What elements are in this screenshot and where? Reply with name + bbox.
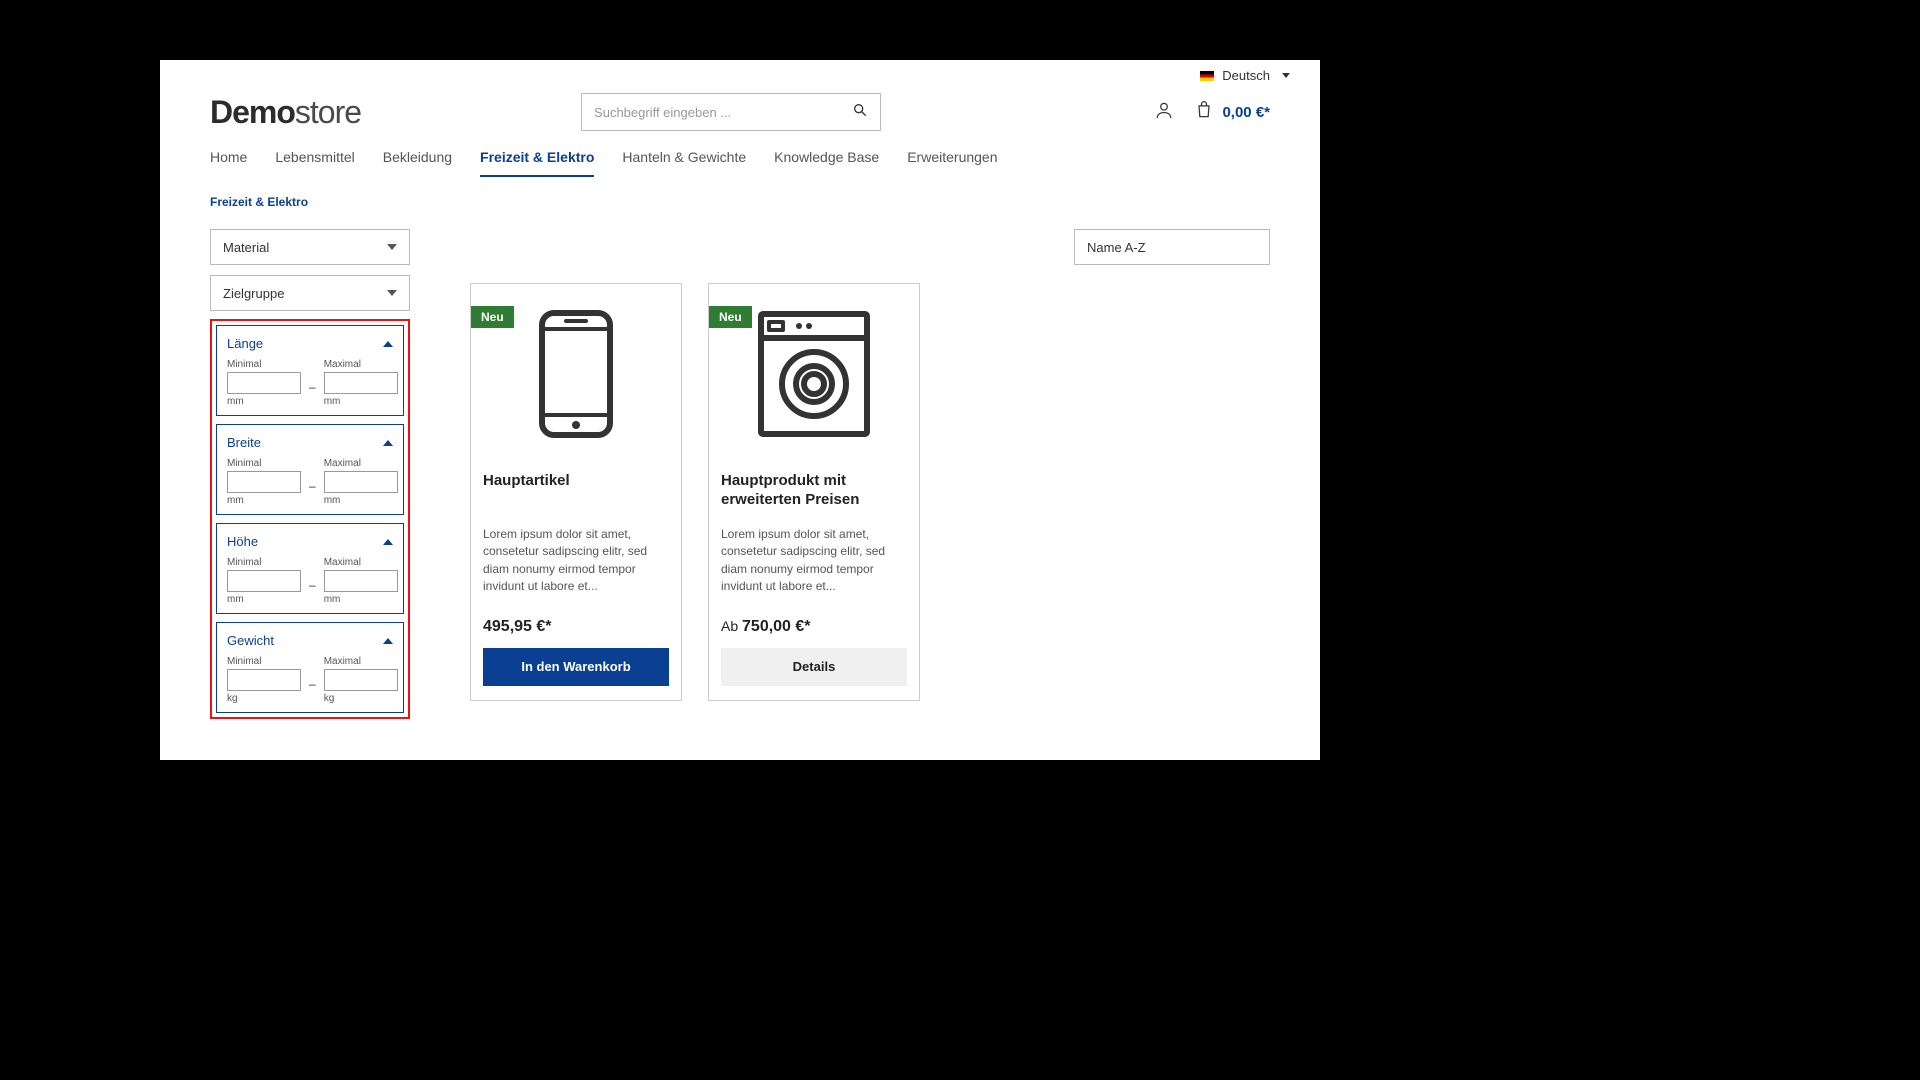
filter-material-select[interactable]: Material	[210, 229, 410, 265]
logo-bold: Demo	[210, 94, 295, 130]
add-to-cart-button[interactable]: In den Warenkorb	[483, 648, 669, 686]
filter-gewicht-toggle[interactable]: Gewicht	[227, 633, 393, 648]
filter-title: Höhe	[227, 534, 258, 549]
logo-light: store	[295, 94, 361, 130]
filter-laenge-min-input[interactable]	[227, 372, 301, 394]
topbar: Deutsch	[160, 60, 1320, 83]
filter-gewicht: Gewicht Minimal kg – Maximal	[216, 622, 404, 713]
product-description: Lorem ipsum dolor sit amet, consetetur s…	[483, 526, 669, 596]
chevron-up-icon	[383, 638, 393, 644]
new-badge: Neu	[709, 306, 752, 328]
filter-title: Breite	[227, 435, 261, 450]
new-badge: Neu	[471, 306, 514, 328]
app-window: Deutsch Demostore 0,00 €*	[160, 60, 1320, 760]
min-label: Minimal	[227, 359, 301, 370]
cart-button[interactable]: 0,00 €*	[1194, 99, 1270, 126]
highlighted-filter-group: Länge Minimal mm – Maximal m	[210, 319, 410, 719]
product-title: Hauptprodukt mit erweiterten Preisen	[721, 472, 907, 512]
chevron-up-icon	[383, 539, 393, 545]
unit-label: kg	[227, 693, 301, 704]
nav-freizeit-elektro[interactable]: Freizeit & Elektro	[480, 149, 594, 177]
nav-erweiterungen[interactable]: Erweiterungen	[907, 149, 997, 177]
filter-zielgruppe-select[interactable]: Zielgruppe	[210, 275, 410, 311]
unit-label: mm	[227, 495, 301, 506]
search-box[interactable]	[581, 93, 881, 131]
min-label: Minimal	[227, 458, 301, 469]
chevron-down-icon	[387, 290, 397, 296]
product-card[interactable]: Neu Hauptartikel Lorem ipsum dolor sit a…	[470, 283, 682, 701]
max-label: Maximal	[324, 458, 398, 469]
filter-breite-max-input[interactable]	[324, 471, 398, 493]
dash-separator: –	[309, 578, 316, 592]
german-flag-icon	[1200, 71, 1214, 81]
unit-label: kg	[324, 693, 398, 704]
filter-title: Gewicht	[227, 633, 274, 648]
nav-bekleidung[interactable]: Bekleidung	[383, 149, 452, 177]
dash-separator: –	[309, 479, 316, 493]
filter-sidebar: Material Zielgruppe Länge Minimal	[210, 229, 410, 719]
filter-breite-toggle[interactable]: Breite	[227, 435, 393, 450]
details-button[interactable]: Details	[721, 648, 907, 686]
logo[interactable]: Demostore	[210, 94, 361, 131]
filter-gewicht-min-input[interactable]	[227, 669, 301, 691]
unit-label: mm	[324, 594, 398, 605]
cart-icon	[1194, 99, 1214, 126]
min-label: Minimal	[227, 656, 301, 667]
filter-hoehe-min-input[interactable]	[227, 570, 301, 592]
language-label[interactable]: Deutsch	[1222, 68, 1270, 83]
product-price: Ab 750,00 €*	[721, 618, 907, 636]
breadcrumb[interactable]: Freizeit & Elektro	[160, 177, 1320, 215]
product-description: Lorem ipsum dolor sit amet, consetetur s…	[721, 526, 907, 596]
unit-label: mm	[324, 396, 398, 407]
dash-separator: –	[309, 677, 316, 691]
unit-label: mm	[227, 594, 301, 605]
unit-label: mm	[324, 495, 398, 506]
filter-hoehe-toggle[interactable]: Höhe	[227, 534, 393, 549]
nav-lebensmittel[interactable]: Lebensmittel	[275, 149, 354, 177]
product-listing: Name A-Z Neu	[470, 229, 1270, 701]
filter-material-label: Material	[223, 240, 269, 255]
filter-breite: Breite Minimal mm – Maximal	[216, 424, 404, 515]
filter-hoehe-max-input[interactable]	[324, 570, 398, 592]
max-label: Maximal	[324, 656, 398, 667]
chevron-down-icon	[387, 244, 397, 250]
filter-laenge: Länge Minimal mm – Maximal m	[216, 325, 404, 416]
chevron-down-icon	[1282, 73, 1290, 78]
sort-select[interactable]: Name A-Z	[1074, 229, 1270, 265]
min-label: Minimal	[227, 557, 301, 568]
chevron-up-icon	[383, 440, 393, 446]
filter-zielgruppe-label: Zielgruppe	[223, 286, 284, 301]
filter-breite-min-input[interactable]	[227, 471, 301, 493]
unit-label: mm	[227, 396, 301, 407]
max-label: Maximal	[324, 557, 398, 568]
nav-hanteln[interactable]: Hanteln & Gewichte	[622, 149, 746, 177]
product-card[interactable]: Neu Haupt	[708, 283, 920, 701]
account-icon[interactable]	[1154, 99, 1174, 126]
chevron-up-icon	[383, 341, 393, 347]
nav-knowledge-base[interactable]: Knowledge Base	[774, 149, 879, 177]
product-title: Hauptartikel	[483, 472, 669, 512]
main-nav: Home Lebensmittel Bekleidung Freizeit & …	[160, 141, 1320, 177]
filter-gewicht-max-input[interactable]	[324, 669, 398, 691]
max-label: Maximal	[324, 359, 398, 370]
filter-hoehe: Höhe Minimal mm – Maximal mm	[216, 523, 404, 614]
dash-separator: –	[309, 380, 316, 394]
search-input[interactable]	[594, 105, 834, 120]
nav-home[interactable]: Home	[210, 149, 247, 177]
filter-laenge-max-input[interactable]	[324, 372, 398, 394]
sort-selected-label: Name A-Z	[1087, 240, 1146, 255]
filter-title: Länge	[227, 336, 263, 351]
content: Material Zielgruppe Länge Minimal	[160, 215, 1320, 749]
filter-laenge-toggle[interactable]: Länge	[227, 336, 393, 351]
search-icon[interactable]	[852, 102, 868, 123]
cart-total: 0,00 €*	[1222, 104, 1270, 121]
product-price: 495,95 €*	[483, 618, 669, 636]
header: Demostore 0,00 €*	[160, 83, 1320, 141]
